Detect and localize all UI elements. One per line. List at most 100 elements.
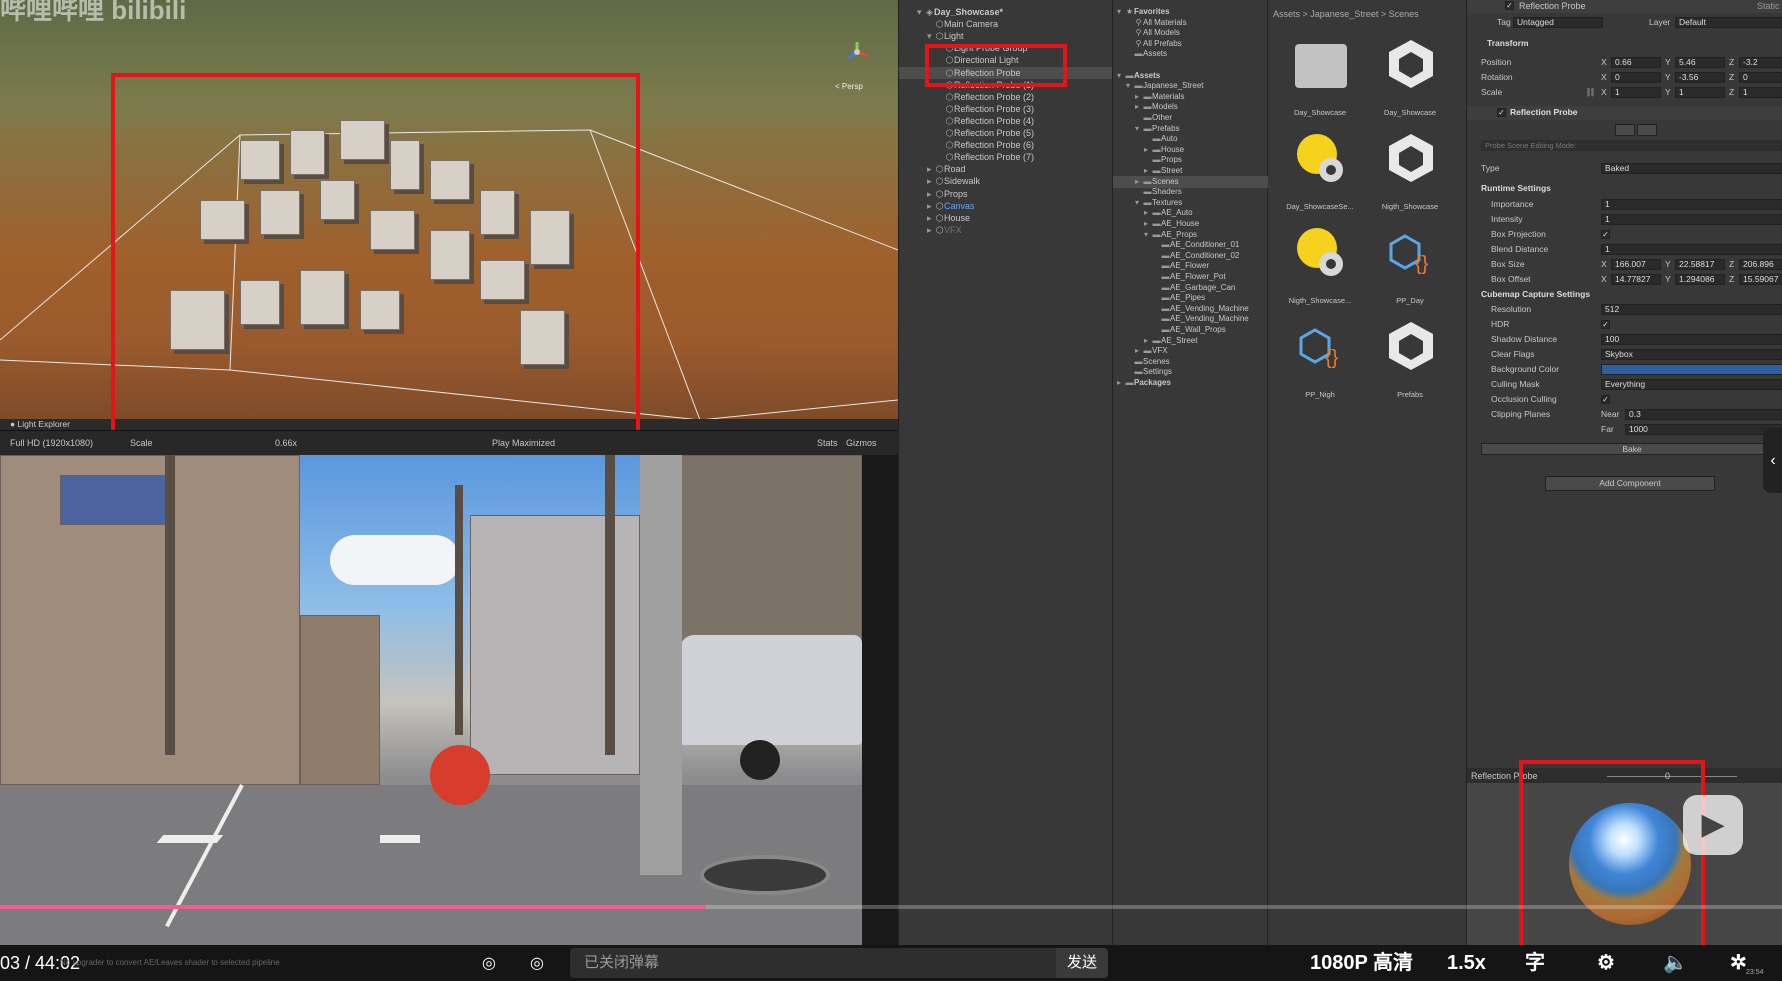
edit-bounds-button[interactable]	[1615, 124, 1635, 136]
box-offset-x-field[interactable]: 14.77827	[1611, 274, 1661, 285]
hierarchy-item[interactable]: ⬡Reflection Probe (7)	[899, 151, 1113, 163]
project-tree-item[interactable]: ▸ ▬Packages	[1113, 377, 1268, 389]
asset-tile[interactable]: Prefabs	[1370, 312, 1450, 407]
light-explorer-tab[interactable]: ● Light Explorer	[10, 419, 70, 429]
box-size-x-field[interactable]: 166.007	[1611, 259, 1661, 270]
box-size-y-field[interactable]: 22.58817	[1675, 259, 1725, 270]
active-checkbox[interactable]: ✓	[1505, 1, 1514, 10]
tag-dropdown[interactable]: Untagged	[1513, 17, 1603, 28]
danmaku-settings-icon[interactable]: ◎	[530, 953, 544, 973]
hierarchy-item[interactable]: ▾ ◈Day_Showcase*	[899, 6, 1113, 18]
breadcrumb-japanese-street[interactable]: Japanese_Street	[1310, 9, 1378, 19]
send-button[interactable]: 发送	[1056, 948, 1108, 978]
shadow-distance-field[interactable]: 100	[1601, 334, 1782, 345]
occlusion-culling-checkbox[interactable]: ✓	[1601, 395, 1610, 404]
asset-tile[interactable]: Day_ShowcaseSe...	[1280, 124, 1360, 219]
rotation-x-field[interactable]: 0	[1611, 72, 1661, 83]
object-name-field[interactable]: Reflection Probe	[1519, 0, 1586, 12]
stats-button[interactable]: Stats	[817, 437, 838, 449]
importance-field[interactable]: 1	[1601, 199, 1782, 210]
clear-flags-dropdown[interactable]: Skybox	[1601, 349, 1782, 360]
hierarchy-item[interactable]: ⬡Main Camera	[899, 18, 1113, 30]
scale-x-field[interactable]: 1	[1611, 87, 1661, 98]
box-offset-z-field[interactable]: 15.59067	[1739, 274, 1782, 285]
hierarchy-item[interactable]: ▾ ⬡Light	[899, 30, 1113, 42]
bake-button[interactable]: Bake	[1481, 443, 1782, 455]
collapse-panel-icon[interactable]: ‹	[1763, 428, 1782, 493]
culling-mask-dropdown[interactable]: Everything	[1601, 379, 1782, 390]
gizmos-button[interactable]: Gizmos	[846, 437, 877, 449]
breadcrumb-assets[interactable]: Assets	[1273, 9, 1300, 19]
asset-tile[interactable]: Day_Showcase	[1280, 30, 1360, 125]
position-z-field[interactable]: -3.2	[1739, 57, 1782, 68]
far-field[interactable]: 1000	[1625, 424, 1782, 435]
collapse-arrow-icon[interactable]: ▸	[927, 224, 935, 236]
collapse-arrow-icon[interactable]: ▸	[927, 163, 935, 175]
hierarchy-item[interactable]: ⬡Reflection Probe (5)	[899, 127, 1113, 139]
asset-tile[interactable]: {} PP_Nigh	[1280, 312, 1360, 407]
hierarchy-item[interactable]: ▸ ⬡VFX	[899, 224, 1113, 236]
position-y-field[interactable]: 5.46	[1675, 57, 1725, 68]
add-component-button[interactable]: Add Component	[1545, 476, 1715, 491]
hierarchy-item[interactable]: ▸ ⬡Canvas	[899, 200, 1113, 212]
scale-y-field[interactable]: 1	[1675, 87, 1725, 98]
collapse-arrow-icon[interactable]: ▸	[927, 188, 935, 200]
intensity-field[interactable]: 1	[1601, 214, 1782, 225]
project-tree-item[interactable]: ▬Assets	[1113, 48, 1268, 60]
hierarchy-item[interactable]: ▸ ⬡Sidewalk	[899, 175, 1113, 187]
hierarchy-item[interactable]: ⬡Reflection Probe (6)	[899, 139, 1113, 151]
quality-button[interactable]: 1080P 高清	[1310, 945, 1413, 981]
position-x-field[interactable]: 0.66	[1611, 57, 1661, 68]
persp-label[interactable]: < Persp	[835, 82, 863, 91]
scale-z-field[interactable]: 1	[1739, 87, 1782, 98]
link-icon[interactable]: ⛓	[1585, 86, 1596, 98]
transform-header[interactable]: Transform	[1487, 37, 1529, 50]
box-projection-checkbox[interactable]: ✓	[1601, 230, 1610, 239]
hierarchy-item[interactable]: ▸ ⬡Road	[899, 163, 1113, 175]
rotation-z-field[interactable]: 0	[1739, 72, 1782, 83]
probe-enabled-checkbox[interactable]: ✓	[1497, 108, 1506, 117]
expand-arrow-icon[interactable]: ▾	[927, 30, 935, 42]
subtitle-button[interactable]: 字	[1525, 945, 1545, 981]
edit-origin-button[interactable]	[1637, 124, 1657, 136]
collapse-arrow-icon[interactable]: ▸	[927, 175, 935, 187]
collapse-arrow-icon[interactable]: ▸	[1117, 377, 1125, 389]
layer-dropdown[interactable]: Default	[1675, 17, 1782, 28]
speed-button[interactable]: 1.5x	[1447, 945, 1486, 981]
danmaku-input[interactable]: 已关闭弹幕	[570, 948, 1056, 978]
hierarchy-item[interactable]: ⬡Reflection Probe (4)	[899, 115, 1113, 127]
collapse-arrow-icon[interactable]: ▸	[927, 200, 935, 212]
hierarchy-item[interactable]: ▸ ⬡House	[899, 212, 1113, 224]
runtime-settings-header[interactable]: Runtime Settings	[1481, 182, 1551, 195]
blend-distance-field[interactable]: 1	[1601, 244, 1782, 255]
scene-gizmo-icon[interactable]	[845, 40, 869, 64]
background-color-swatch[interactable]	[1601, 364, 1782, 375]
danmaku-toggle-icon[interactable]: ◎	[482, 953, 496, 973]
resolution-dropdown[interactable]: Full HD (1920x1080)	[10, 437, 93, 449]
asset-tile[interactable]: {} PP_Day	[1370, 218, 1450, 313]
reflection-probe-header[interactable]: Reflection Probe	[1510, 106, 1578, 119]
hierarchy-item[interactable]: ▸ ⬡Props	[899, 188, 1113, 200]
near-field[interactable]: 0.3	[1625, 409, 1782, 420]
box-offset-y-field[interactable]: 1.294086	[1675, 274, 1725, 285]
play-overlay-icon[interactable]: ▶	[1683, 795, 1743, 855]
breadcrumb-scenes[interactable]: Scenes	[1389, 9, 1419, 19]
asset-tile[interactable]: Nigth_Showcase	[1370, 124, 1450, 219]
play-mode-dropdown[interactable]: Play Maximized	[492, 437, 555, 449]
hierarchy-item[interactable]: ⬡Reflection Probe (2)	[899, 91, 1113, 103]
resolution-dropdown[interactable]: 512	[1601, 304, 1782, 315]
hierarchy-item[interactable]: ⬡Reflection Probe (3)	[899, 103, 1113, 115]
collapse-arrow-icon[interactable]: ▸	[927, 212, 935, 224]
settings-gear-icon[interactable]: ⚙	[1597, 945, 1615, 981]
rotation-y-field[interactable]: -3.56	[1675, 72, 1725, 83]
fan-icon[interactable]: ✲	[1730, 945, 1747, 981]
cubemap-settings-header[interactable]: Cubemap Capture Settings	[1481, 288, 1590, 301]
static-label[interactable]: Static	[1757, 0, 1780, 12]
game-view[interactable]	[0, 455, 862, 950]
asset-tile[interactable]: Nigth_Showcase...	[1280, 218, 1360, 313]
type-dropdown[interactable]: Baked	[1601, 163, 1782, 174]
asset-tile[interactable]: Day_Showcase	[1370, 30, 1450, 125]
hdr-checkbox[interactable]: ✓	[1601, 320, 1610, 329]
expand-arrow-icon[interactable]: ▾	[917, 6, 925, 18]
volume-icon[interactable]: 🔈	[1663, 945, 1688, 981]
